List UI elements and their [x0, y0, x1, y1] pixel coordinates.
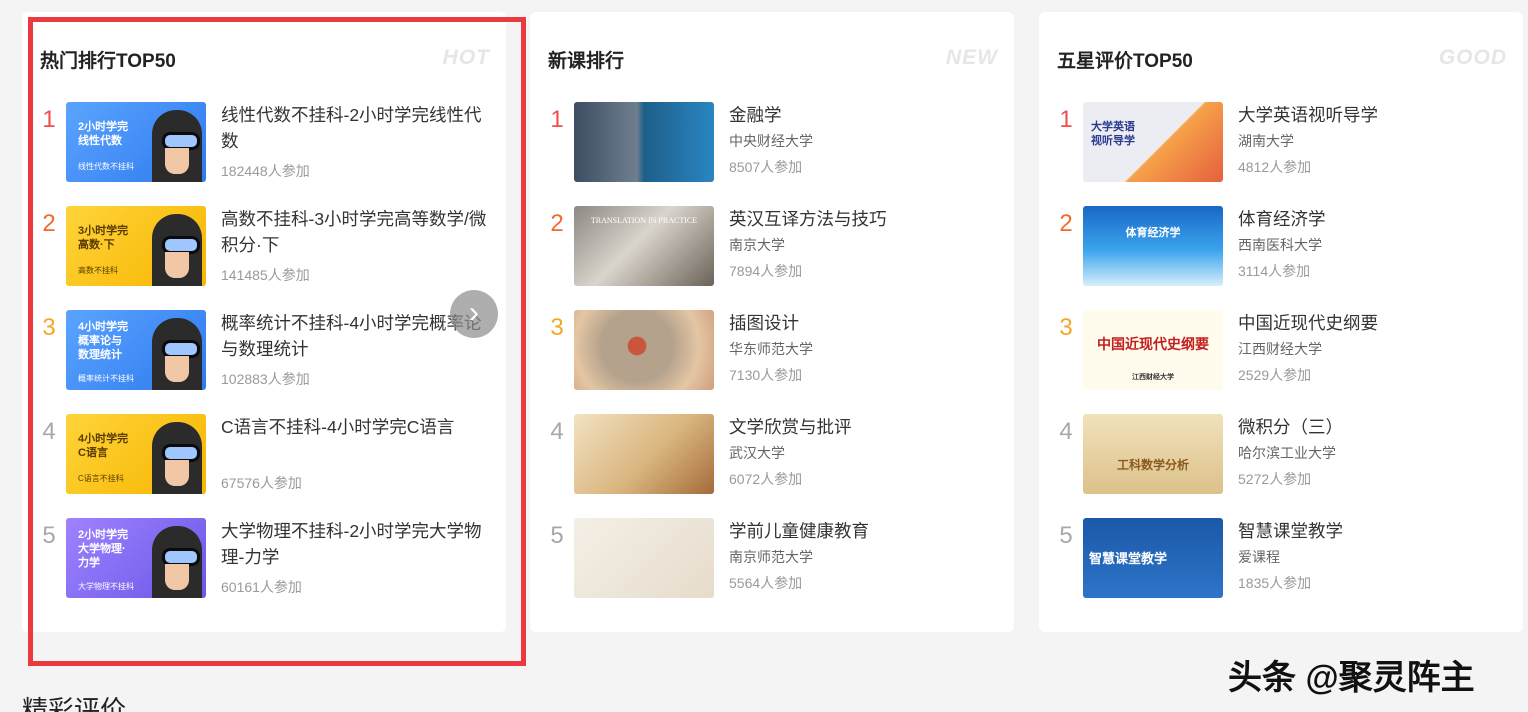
- course-thumbnail[interactable]: [574, 102, 714, 182]
- thumb-text: 智慧课堂教学: [1089, 551, 1168, 566]
- course-title[interactable]: 微积分（三）: [1238, 414, 1508, 440]
- five-star-ranking-panel: 五星评价TOP50 GOOD 1 大学英语 视听导学 大学英语视听导学 湖南大学…: [1039, 12, 1523, 632]
- chevron-right-icon[interactable]: ›: [450, 290, 498, 338]
- course-item[interactable]: 1 大学英语 视听导学 大学英语视听导学 湖南大学 4812人参加: [1039, 102, 1523, 206]
- course-title[interactable]: 插图设计: [729, 310, 999, 336]
- rank-number: 5: [550, 522, 564, 549]
- course-title[interactable]: 金融学: [729, 102, 999, 128]
- course-thumbnail[interactable]: [574, 310, 714, 390]
- course-list: 1 金融学 中央财经大学 8507人参加 2 TRANSLATION IN PR…: [530, 102, 1014, 622]
- course-item[interactable]: 1 金融学 中央财经大学 8507人参加: [530, 102, 1014, 206]
- rank-number: 4: [1059, 418, 1073, 445]
- rank-number: 3: [550, 314, 564, 341]
- course-item[interactable]: 2 TRANSLATION IN PRACTICE 英汉互译方法与技巧 南京大学…: [530, 206, 1014, 310]
- enrollment-count: 5272人参加: [1238, 471, 1312, 487]
- school-name: 南京大学: [729, 237, 785, 253]
- panel-title: 五星评价TOP50: [1057, 51, 1193, 72]
- panel-tag: GOOD: [1438, 46, 1507, 69]
- course-title[interactable]: 学前儿童健康教育: [729, 518, 999, 544]
- thumb-text: 中国近现代史纲要: [1097, 336, 1209, 352]
- thumb-text: 工科数学分析: [1116, 458, 1189, 472]
- enrollment-count: 2529人参加: [1238, 367, 1312, 383]
- course-thumbnail[interactable]: 中国近现代史纲要 江西财经大学: [1083, 310, 1223, 390]
- course-item[interactable]: 3 插图设计 华东师范大学 7130人参加: [530, 310, 1014, 414]
- course-item[interactable]: 3 中国近现代史纲要 江西财经大学 中国近现代史纲要 江西财经大学 2529人参…: [1039, 310, 1523, 414]
- course-title[interactable]: 文学欣赏与批评: [729, 414, 999, 440]
- course-title[interactable]: 中国近现代史纲要: [1238, 310, 1508, 336]
- rank-number: 2: [550, 210, 564, 237]
- course-thumbnail[interactable]: [574, 518, 714, 598]
- watermark: 头条 @聚灵阵主: [1228, 659, 1475, 697]
- course-item[interactable]: 5 学前儿童健康教育 南京师范大学 5564人参加: [530, 518, 1014, 622]
- enrollment-count: 3114人参加: [1238, 263, 1311, 279]
- new-ranking-panel: 新课排行 NEW 1 金融学 中央财经大学 8507人参加 2 TRANSLAT…: [530, 12, 1014, 632]
- highlight-box: [28, 17, 526, 666]
- thumb-subtext: 江西财经大学: [1132, 374, 1174, 381]
- enrollment-count: 8507人参加: [729, 159, 803, 175]
- panel-title: 新课排行: [548, 51, 625, 72]
- rank-number: 1: [550, 106, 564, 133]
- course-list: 1 大学英语 视听导学 大学英语视听导学 湖南大学 4812人参加 2 体育经济…: [1039, 102, 1523, 622]
- school-name: 南京师范大学: [729, 549, 813, 565]
- rank-number: 3: [1059, 314, 1073, 341]
- course-thumbnail[interactable]: 智慧课堂教学: [1083, 518, 1223, 598]
- thumb-text: 体育经济学: [1125, 227, 1181, 239]
- enrollment-count: 7130人参加: [729, 367, 803, 383]
- school-name: 华东师范大学: [729, 341, 813, 357]
- school-name: 西南医科大学: [1238, 237, 1322, 253]
- rank-number: 5: [1059, 522, 1073, 549]
- course-item[interactable]: 4 文学欣赏与批评 武汉大学 6072人参加: [530, 414, 1014, 518]
- panel-tag: NEW: [946, 46, 998, 69]
- school-name: 中央财经大学: [729, 133, 813, 149]
- thumb-text: 大学英语 视听导学: [1091, 121, 1135, 147]
- enrollment-count: 4812人参加: [1238, 159, 1312, 175]
- school-name: 江西财经大学: [1238, 341, 1322, 357]
- course-title[interactable]: 英汉互译方法与技巧: [729, 206, 999, 232]
- course-title[interactable]: 体育经济学: [1238, 206, 1508, 232]
- course-title[interactable]: 大学英语视听导学: [1238, 102, 1508, 128]
- enrollment-count: 7894人参加: [729, 263, 803, 279]
- rank-number: 4: [550, 418, 564, 445]
- course-item[interactable]: 5 智慧课堂教学 智慧课堂教学 爱课程 1835人参加: [1039, 518, 1523, 622]
- course-title[interactable]: 智慧课堂教学: [1238, 518, 1508, 544]
- enrollment-count: 6072人参加: [729, 471, 803, 487]
- course-thumbnail[interactable]: [574, 414, 714, 494]
- rank-number: 1: [1059, 106, 1073, 133]
- course-thumbnail[interactable]: 大学英语 视听导学: [1083, 102, 1223, 182]
- course-item[interactable]: 2 体育经济学 体育经济学 西南医科大学 3114人参加: [1039, 206, 1523, 310]
- section-heading: 精彩评价: [22, 695, 127, 712]
- school-name: 哈尔滨工业大学: [1238, 445, 1336, 461]
- course-thumbnail[interactable]: 工科数学分析: [1083, 414, 1223, 494]
- school-name: 武汉大学: [729, 445, 785, 461]
- enrollment-count: 5564人参加: [729, 575, 803, 591]
- enrollment-count: 1835人参加: [1238, 575, 1312, 591]
- page: 热门排行TOP50 HOT 1 2小时学完 线性代数 线性代数不挂科 线性代数不挂…: [0, 0, 1528, 712]
- school-name: 爱课程: [1238, 549, 1280, 565]
- school-name: 湖南大学: [1238, 133, 1294, 149]
- course-thumbnail[interactable]: TRANSLATION IN PRACTICE: [574, 206, 714, 286]
- thumb-text: TRANSLATION IN PRACTICE: [590, 216, 698, 225]
- course-thumbnail[interactable]: 体育经济学: [1083, 206, 1223, 286]
- course-item[interactable]: 4 工科数学分析 微积分（三） 哈尔滨工业大学 5272人参加: [1039, 414, 1523, 518]
- rank-number: 2: [1059, 210, 1073, 237]
